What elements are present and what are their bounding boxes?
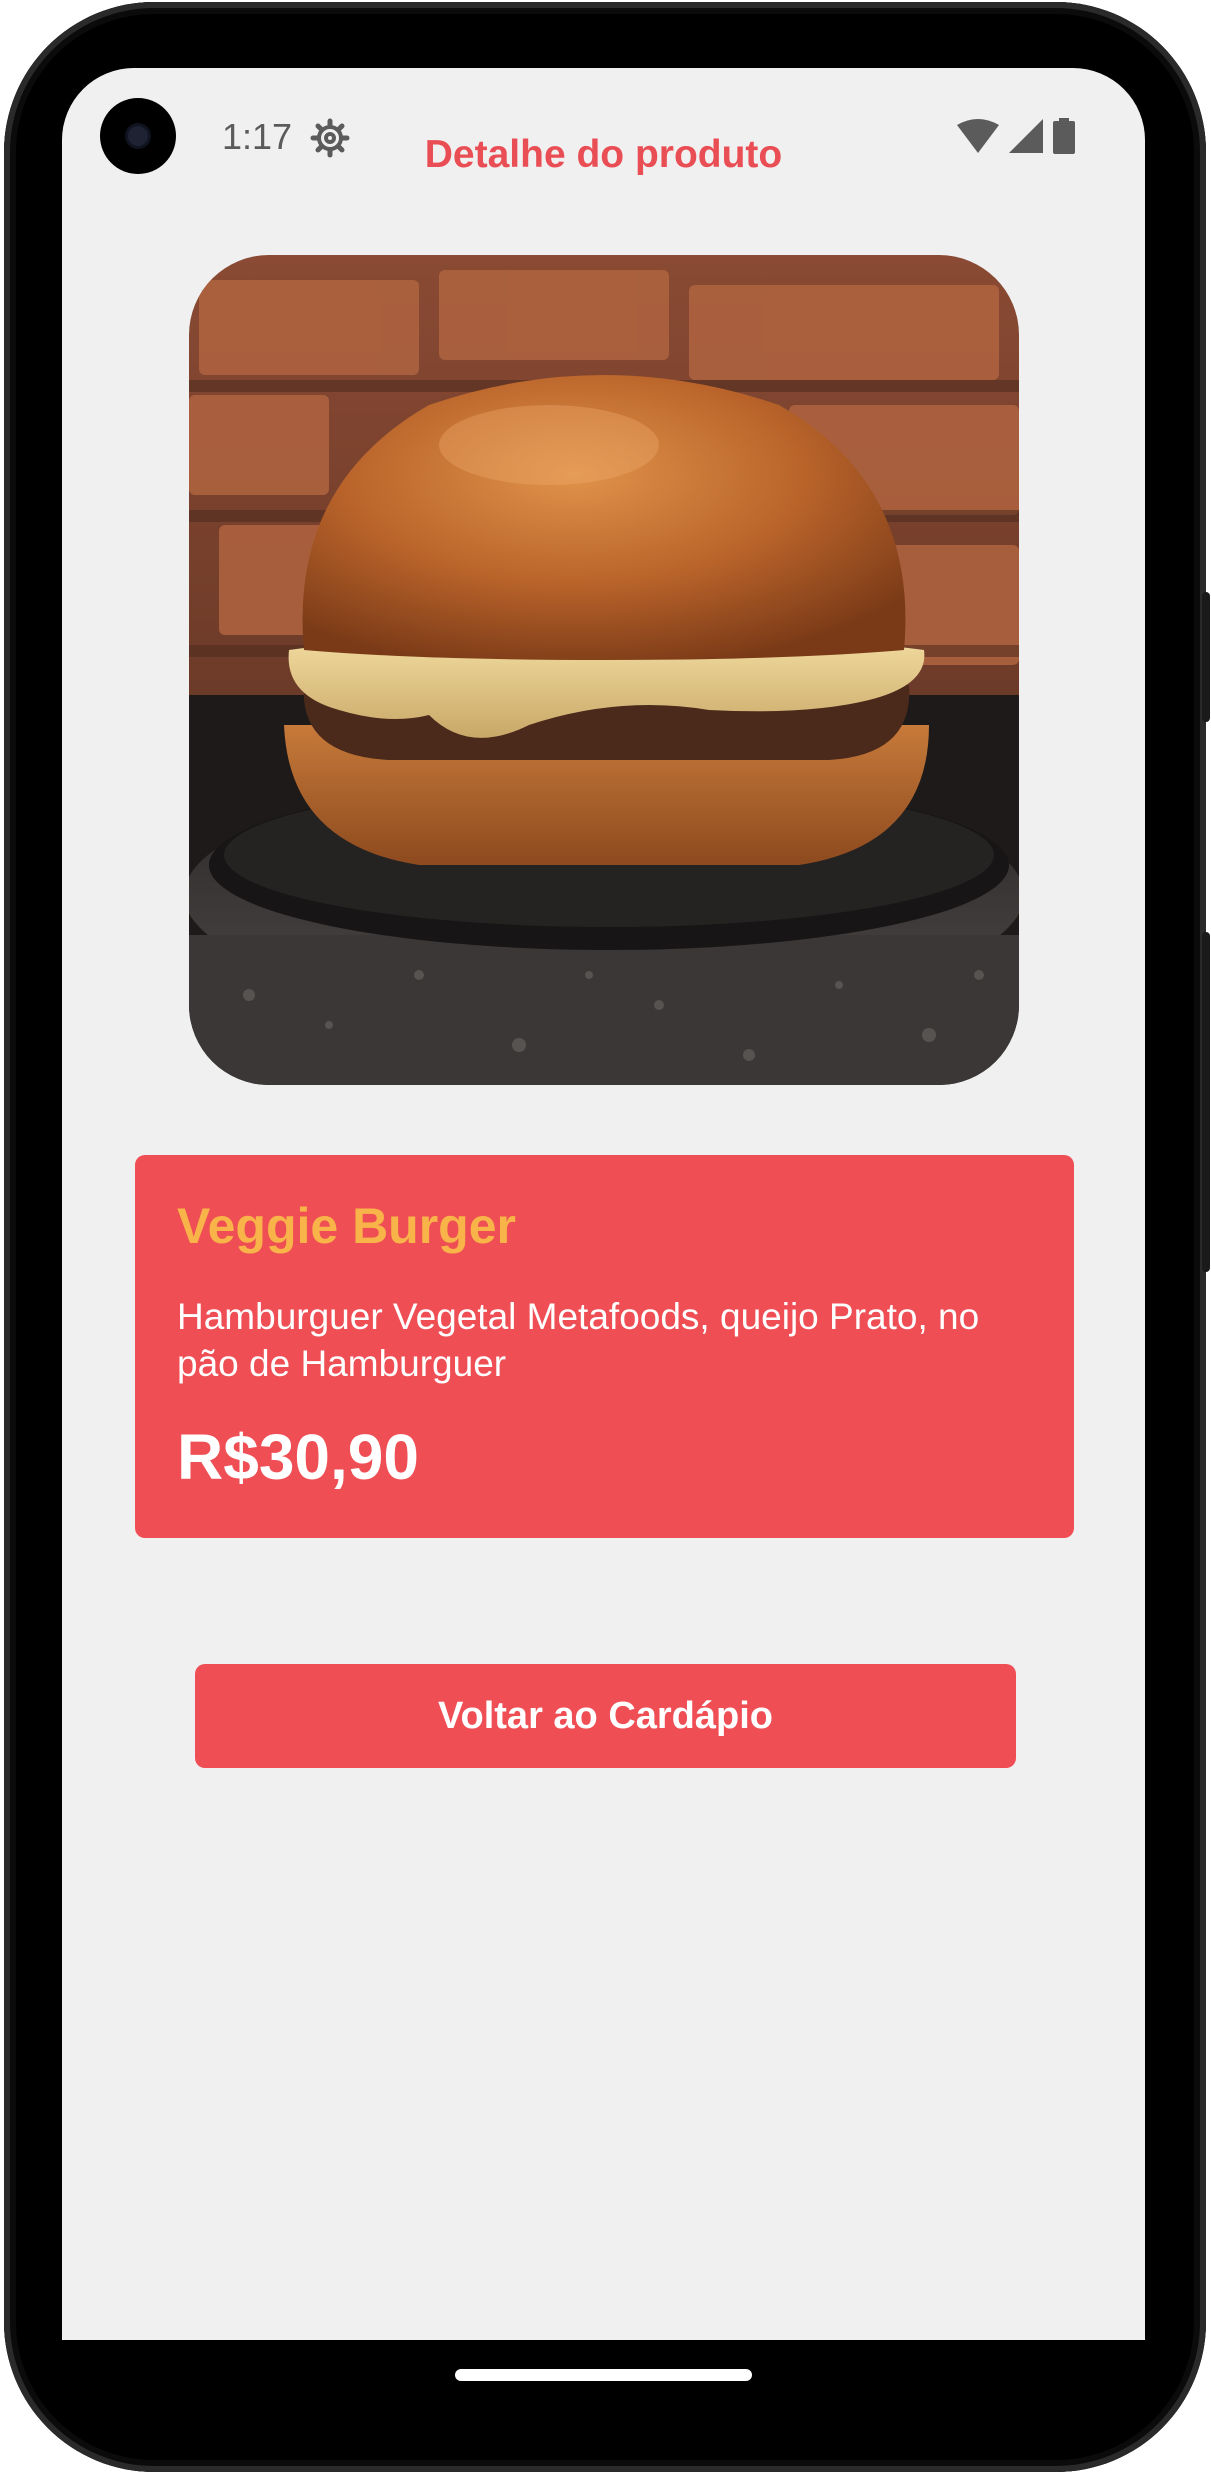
product-image bbox=[189, 255, 1019, 1085]
phone-frame: 1:17 Detalhe do produto Veggie Burger Ha… bbox=[4, 2, 1210, 2472]
product-price: R$30,90 bbox=[177, 1421, 419, 1493]
home-indicator[interactable] bbox=[455, 2369, 752, 2381]
app-screen: 1:17 Detalhe do produto Veggie Burger Ha… bbox=[62, 68, 1145, 2340]
burger-photo bbox=[189, 255, 1019, 1085]
back-to-menu-button[interactable]: Voltar ao Cardápio bbox=[195, 1664, 1016, 1768]
product-info-card: Veggie Burger Hamburguer Vegetal Metafoo… bbox=[135, 1155, 1074, 1538]
product-name: Veggie Burger bbox=[177, 1198, 516, 1254]
power-button bbox=[1202, 592, 1210, 722]
page-title: Detalhe do produto bbox=[424, 133, 783, 176]
product-description: Hamburguer Vegetal Metafoods, queijo Pra… bbox=[177, 1296, 980, 1384]
volume-button bbox=[1202, 932, 1210, 1272]
